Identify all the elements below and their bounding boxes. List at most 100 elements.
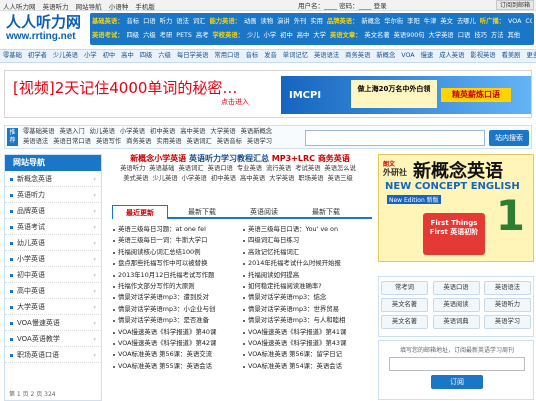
banner-headline[interactable]: [视频]2天记住4000单词的秘密…: [13, 77, 237, 98]
ad-link[interactable]: 初中英语: [211, 175, 236, 182]
recommend-link[interactable]: 英语写作: [96, 138, 121, 145]
nav-link[interactable]: VOA: [508, 18, 521, 25]
search-input[interactable]: [305, 130, 485, 146]
nav-link[interactable]: 外刊: [294, 18, 307, 25]
nav-link[interactable]: 英文: [440, 18, 453, 25]
sidebar-item[interactable]: 初中英语: [5, 267, 101, 283]
recommend-link[interactable]: 实用英语: [156, 138, 181, 145]
sidebar-item[interactable]: VOA慢速英语: [5, 315, 101, 331]
ad-link[interactable]: 英语怎么说: [324, 165, 355, 172]
subnav-link[interactable]: 常用口语: [214, 52, 239, 59]
sidebar-item[interactable]: VOA英语教学: [5, 331, 101, 347]
sidebar-item[interactable]: 小学英语: [5, 251, 101, 267]
recommend-link[interactable]: 幼儿英语: [90, 128, 115, 135]
recommend-link[interactable]: 英语词汇: [187, 138, 212, 145]
article-link[interactable]: 英语三级每日口语：You' ve on: [242, 224, 372, 235]
nav-link[interactable]: CCTV9: [525, 18, 532, 25]
banner-enter-link[interactable]: 点击进入: [221, 97, 249, 107]
ad-headline[interactable]: 新概念小学英语: [130, 154, 186, 163]
subnav-link[interactable]: 少儿英语: [53, 52, 78, 59]
sidebar-item[interactable]: 幼儿英语: [5, 235, 101, 251]
article-link[interactable]: 托福作文部分写作的大原则: [112, 281, 242, 292]
ad-link[interactable]: 少儿英语: [152, 175, 177, 182]
nav-link[interactable]: 李阳: [407, 18, 420, 25]
sidebar-item[interactable]: 英语听力: [5, 187, 101, 203]
subnav-link[interactable]: 零基础: [3, 52, 22, 59]
nav-link[interactable]: 大学英语: [429, 32, 454, 39]
nav-link[interactable]: 四级: [126, 32, 139, 39]
quick-link-button[interactable]: 英语学习: [484, 315, 531, 329]
article-link[interactable]: 情景对话学英语mp3：是否准备: [112, 315, 242, 326]
subscribe-submit-button[interactable]: 订阅: [431, 375, 483, 389]
ad-link[interactable]: 英语听力: [120, 165, 145, 172]
nav-link[interactable]: 高中: [297, 32, 310, 39]
article-link[interactable]: 2014年托福考试什么时候开始报: [242, 258, 372, 269]
recommend-link[interactable]: 大学英语: [210, 128, 235, 135]
subnav-link[interactable]: 英语语法: [314, 52, 339, 59]
nav-link[interactable]: 考研: [160, 32, 173, 39]
ad-headline[interactable]: 英语听力学习教程汇总: [189, 154, 269, 163]
nav-link[interactable]: 少儿: [247, 32, 260, 39]
ad-link[interactable]: 专业英语: [237, 165, 262, 172]
ad-link[interactable]: 考试英语: [295, 165, 320, 172]
article-link[interactable]: 盘点那些托福写作中可以被替换: [112, 258, 242, 269]
subnav-link[interactable]: 初学者: [28, 52, 47, 59]
article-link[interactable]: VOA标准英语 第56课：英语交流: [112, 349, 242, 360]
recommend-link[interactable]: 商务英语: [126, 138, 151, 145]
article-link[interactable]: 英语三级每日一词：牛斯大学口: [112, 235, 242, 246]
login-form[interactable]: 用户名：____ 密码：____ 登录: [298, 0, 387, 10]
subnav-link[interactable]: 影视英语: [470, 52, 495, 59]
nav-link[interactable]: 方法: [491, 32, 504, 39]
article-link[interactable]: 英语三级每日习题：at one fel: [112, 224, 242, 235]
sidebar-item[interactable]: 英语考试: [5, 219, 101, 235]
nav-link[interactable]: 新概念: [361, 18, 380, 25]
nav-link[interactable]: 口语: [458, 32, 471, 39]
recommend-link[interactable]: 英语学习: [247, 138, 272, 145]
subnav-link[interactable]: 商务英语: [345, 52, 370, 59]
nav-link[interactable]: 华尔街: [384, 18, 403, 25]
recommend-link[interactable]: 英语语法: [23, 138, 48, 145]
subnav-link[interactable]: 更多资讯: [526, 52, 536, 59]
search-button[interactable]: 站内搜索: [489, 130, 529, 146]
ad-headline[interactable]: 商务英语: [318, 154, 350, 163]
subnav-link[interactable]: 成人英语: [439, 52, 464, 59]
recommend-link[interactable]: 高中英语: [180, 128, 205, 135]
nav-link[interactable]: 音标: [126, 18, 139, 25]
top-link[interactable]: 网站导航: [76, 3, 102, 11]
article-link[interactable]: VOA慢速英语《科学报道》第41课: [242, 327, 372, 338]
subnav-link[interactable]: 新概念: [376, 52, 395, 59]
top-link[interactable]: 小语种: [109, 3, 129, 11]
ad-link[interactable]: 高中英语: [240, 175, 265, 182]
subnav-link[interactable]: 慢速: [421, 52, 434, 59]
article-link[interactable]: 高效记忆托福词汇: [242, 247, 372, 258]
article-link[interactable]: 如何稳定托福阅读准确率?: [242, 281, 372, 292]
ad-link[interactable]: 美式英语: [123, 175, 148, 182]
quick-link-button[interactable]: 英语词典: [432, 315, 480, 329]
ad-link[interactable]: 职场英语: [298, 175, 323, 182]
ad-link[interactable]: 流行英语: [266, 165, 291, 172]
tab-reading[interactable]: 英语阅读: [236, 205, 292, 219]
article-link[interactable]: 情景对话学英语mp3：小企业与创: [112, 304, 242, 315]
quick-link-button[interactable]: 英语听力: [484, 298, 531, 312]
sidebar-item[interactable]: 职场英语口语: [5, 347, 101, 363]
ad-headline[interactable]: MP3+LRC: [272, 154, 315, 163]
nav-link[interactable]: 高考: [196, 32, 209, 39]
article-link[interactable]: 托福阅读核心词汇总结100例: [112, 247, 242, 258]
recommend-link[interactable]: 零基础英语: [23, 128, 54, 135]
nav-link[interactable]: 动画: [244, 18, 257, 25]
imcpi-ad[interactable]: IMCPI 做上海20万名中外白领 精英薪炼口语: [281, 76, 531, 114]
article-link[interactable]: 托福阅读如何提高: [242, 270, 372, 281]
nav-link[interactable]: 小学: [264, 32, 277, 39]
top-link[interactable]: 人人听力网: [3, 3, 36, 11]
quick-link-button[interactable]: 英文名著: [381, 298, 428, 312]
subnav-link[interactable]: 高中: [121, 52, 134, 59]
nav-link[interactable]: 口语: [143, 18, 156, 25]
nav-link[interactable]: 技巧: [474, 32, 487, 39]
subnav-link[interactable]: 发音: [264, 52, 277, 59]
quick-link-button[interactable]: 英文名著: [381, 315, 428, 329]
site-logo[interactable]: 人人听力网 www.rrting.net: [6, 14, 84, 44]
sidebar-item[interactable]: 品牌英语: [5, 203, 101, 219]
article-link[interactable]: VOA标准英语 第55课：英语会话: [112, 361, 242, 372]
nav-link[interactable]: 初中: [280, 32, 293, 39]
article-link[interactable]: 情景对话学英语mp3：惦念: [242, 292, 372, 303]
